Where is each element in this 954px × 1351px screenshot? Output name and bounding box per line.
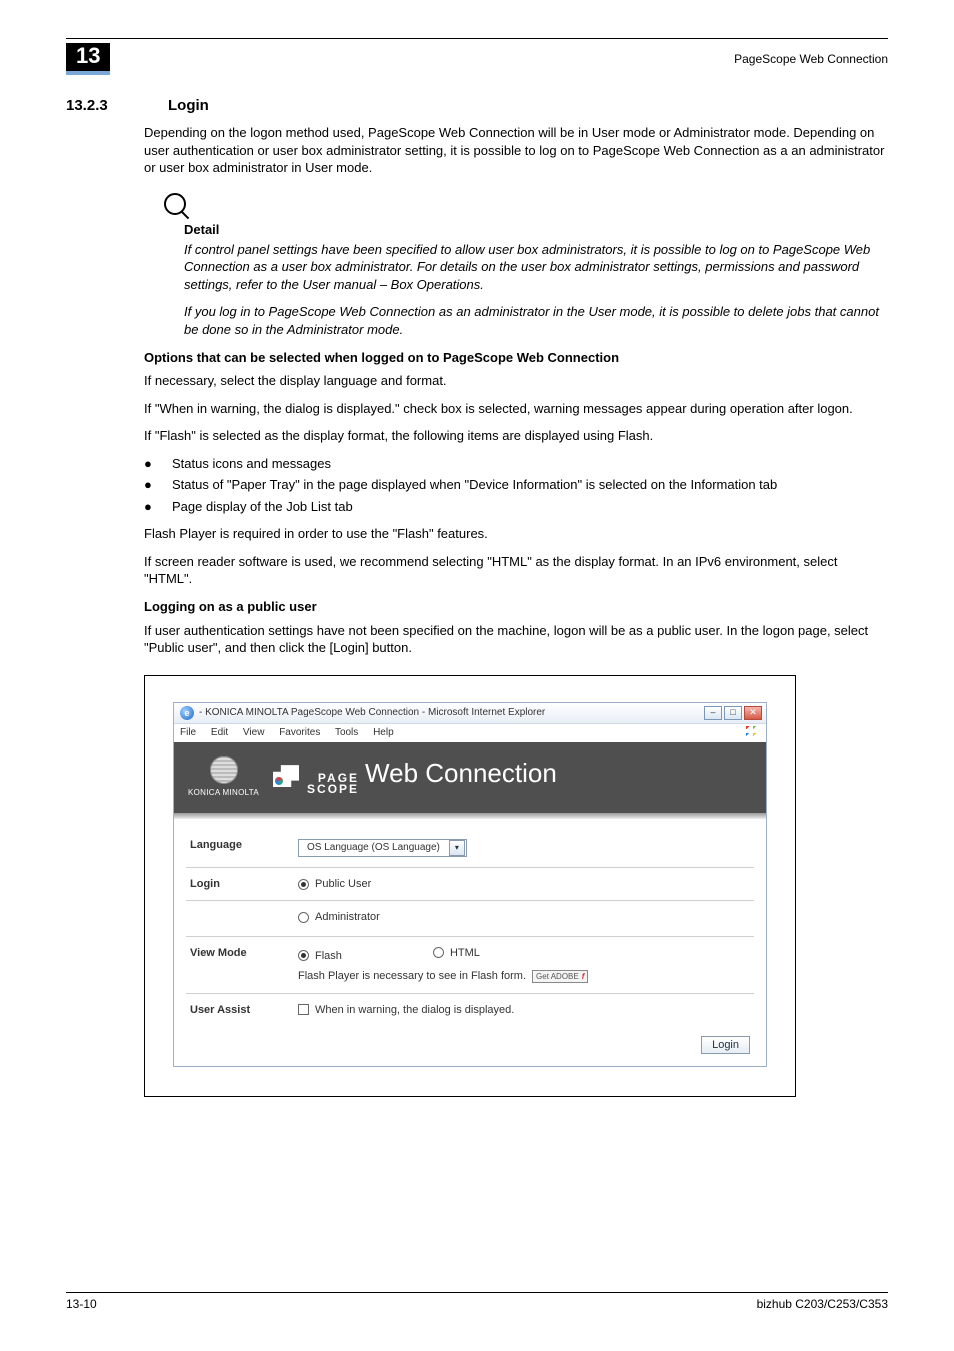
radio-public-label: Public User — [315, 878, 371, 890]
flash-note-text: Flash Player is necessary to see in Flas… — [298, 970, 526, 982]
menu-favorites[interactable]: Favorites — [279, 727, 320, 738]
top-rule — [66, 38, 888, 39]
ie-titlebar: e - KONICA MINOLTA PageScope Web Connect… — [174, 703, 766, 723]
login-label: Login — [190, 878, 298, 890]
logo-text-scope: SCOPE — [307, 784, 359, 795]
menu-edit[interactable]: Edit — [211, 727, 228, 738]
row-viewmode: View Mode Flash HTML Flash Player is — [186, 937, 754, 994]
radio-icon — [433, 947, 444, 958]
radio-admin-label: Administrator — [315, 911, 380, 923]
detail-p2: If you log in to PageScope Web Connectio… — [184, 303, 888, 338]
pagescope-banner: KONICA MINOLTA PAGE SCOPE Web Connection — [174, 742, 766, 813]
public-p1: If user authentication settings have not… — [144, 622, 888, 657]
section-heading: 13.2.3 Login — [66, 97, 888, 114]
close-button[interactable]: ✕ — [744, 706, 762, 720]
window-title: - KONICA MINOLTA PageScope Web Connectio… — [199, 707, 545, 718]
ie-icon: e — [180, 706, 194, 720]
row-login-admin: Administrator — [186, 901, 754, 937]
maximize-button[interactable]: □ — [724, 706, 742, 720]
pagescope-logo: PAGE SCOPE Web Connection — [273, 758, 557, 795]
list-item: ●Status of "Paper Tray" in the page disp… — [144, 476, 888, 494]
footer-page-number: 13-10 — [66, 1297, 97, 1311]
flash-f-icon: f — [582, 972, 585, 981]
get-flash-badge[interactable]: Get ADOBE f — [532, 970, 588, 983]
warning-checkbox[interactable]: When in warning, the dialog is displayed… — [298, 1004, 514, 1016]
section-body: Depending on the logon method used, Page… — [144, 124, 888, 656]
row-userassist: User Assist When in warning, the dialog … — [186, 994, 754, 1029]
menu-file[interactable]: File — [180, 727, 196, 738]
options-p2: If "When in warning, the dialog is displ… — [144, 400, 888, 418]
row-login-public: Login Public User — [186, 868, 754, 902]
options-p1: If necessary, select the display languag… — [144, 372, 888, 390]
chapter-badge: 13 — [66, 43, 110, 75]
radio-public-user[interactable]: Public User — [298, 878, 371, 890]
login-form: Language OS Language (OS Language) ▾ Log… — [174, 819, 766, 1067]
viewmode-label: View Mode — [190, 947, 298, 959]
getflash-line1: Get ADOBE — [536, 972, 579, 981]
menu-view[interactable]: View — [243, 727, 265, 738]
public-heading: Logging on as a public user — [144, 598, 888, 616]
flash-note: Flash Player is necessary to see in Flas… — [298, 970, 750, 983]
options-bullets: ●Status icons and messages ●Status of "P… — [144, 455, 888, 516]
detail-label: Detail — [184, 222, 888, 237]
konica-minolta-logo: KONICA MINOLTA — [188, 756, 259, 797]
detail-block: Detail If control panel settings have be… — [144, 187, 888, 339]
radio-flash-label: Flash — [315, 950, 342, 962]
brand-name: KONICA MINOLTA — [188, 788, 259, 797]
bullet-text: Page display of the Job List tab — [172, 498, 353, 516]
minimize-button[interactable]: – — [704, 706, 722, 720]
windows-flag-icon — [746, 726, 760, 740]
options-p4: Flash Player is required in order to use… — [144, 525, 888, 543]
magnifier-icon — [164, 193, 186, 215]
section-number: 13.2.3 — [66, 97, 138, 114]
radio-html[interactable]: HTML — [433, 947, 480, 959]
menu-tools[interactable]: Tools — [335, 727, 358, 738]
intro-paragraph: Depending on the logon method used, Page… — [144, 124, 888, 177]
radio-icon — [298, 912, 309, 923]
options-p5: If screen reader software is used, we re… — [144, 553, 888, 588]
list-item: ●Page display of the Job List tab — [144, 498, 888, 516]
logo-text-webconnection: Web Connection — [365, 758, 557, 789]
screenshot-panel: e - KONICA MINOLTA PageScope Web Connect… — [144, 675, 796, 1097]
ie-window: e - KONICA MINOLTA PageScope Web Connect… — [173, 702, 767, 1068]
language-label: Language — [190, 839, 298, 851]
language-select-value: OS Language (OS Language) — [299, 842, 448, 853]
window-buttons: – □ ✕ — [704, 706, 762, 720]
bullet-text: Status icons and messages — [172, 455, 331, 473]
pagescope-mark-icon — [273, 765, 299, 787]
options-heading: Options that can be selected when logged… — [144, 349, 888, 367]
section-title: Login — [168, 97, 209, 114]
bullet-text: Status of "Paper Tray" in the page displ… — [172, 476, 777, 494]
row-language: Language OS Language (OS Language) ▾ — [186, 829, 754, 868]
radio-icon — [298, 879, 309, 890]
list-item: ●Status icons and messages — [144, 455, 888, 473]
login-button[interactable]: Login — [701, 1036, 750, 1054]
page-footer: 13-10 bizhub C203/C253/C353 — [66, 1292, 888, 1311]
detail-p1: If control panel settings have been spec… — [184, 241, 888, 294]
options-p3: If "Flash" is selected as the display fo… — [144, 427, 888, 445]
warning-checkbox-label: When in warning, the dialog is displayed… — [315, 1004, 514, 1016]
breadcrumb: PageScope Web Connection — [734, 52, 888, 66]
menu-help[interactable]: Help — [373, 727, 394, 738]
page-header: 13 PageScope Web Connection — [66, 43, 888, 75]
checkbox-icon — [298, 1004, 309, 1015]
language-select[interactable]: OS Language (OS Language) ▾ — [298, 839, 467, 857]
chevron-down-icon: ▾ — [449, 840, 465, 856]
footer-model: bizhub C203/C253/C353 — [757, 1297, 888, 1311]
globe-icon — [210, 756, 238, 784]
row-login-button: Login — [186, 1028, 754, 1054]
radio-icon — [298, 950, 309, 961]
userassist-label: User Assist — [190, 1004, 298, 1016]
radio-html-label: HTML — [450, 947, 480, 959]
radio-flash[interactable]: Flash — [298, 950, 342, 962]
radio-administrator[interactable]: Administrator — [298, 911, 380, 923]
ie-menubar: File Edit View Favorites Tools Help — [174, 723, 766, 742]
